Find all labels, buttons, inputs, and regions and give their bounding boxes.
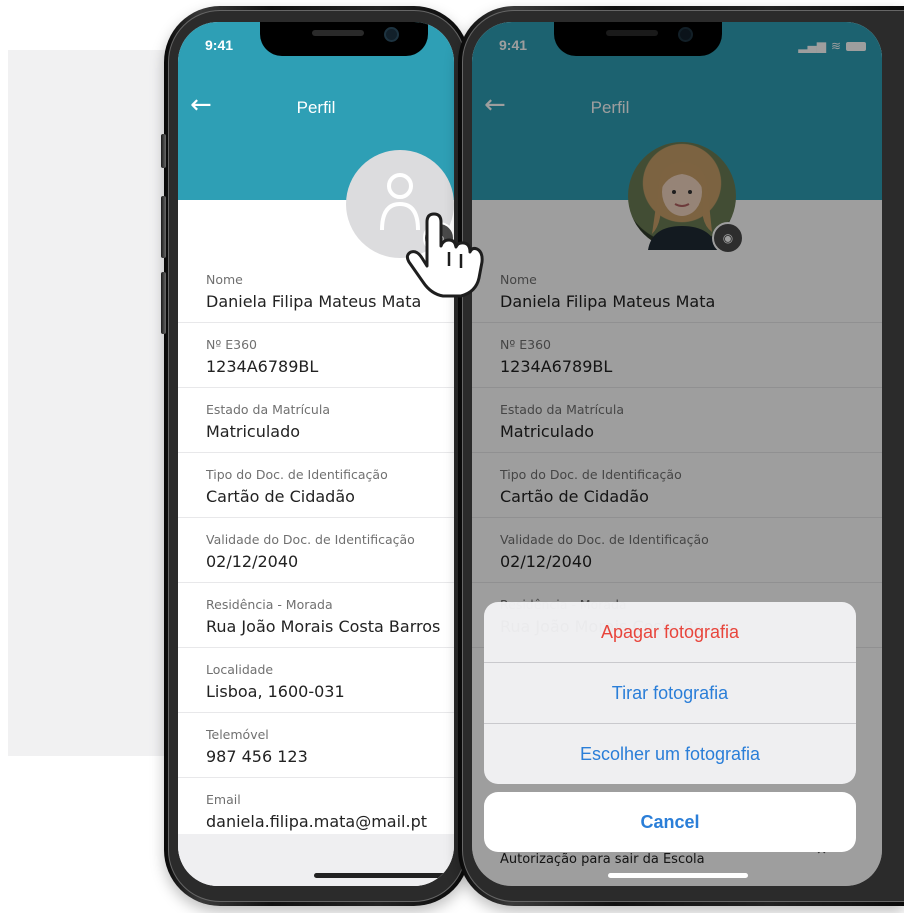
field-localidade: Localidade Lisboa, 1600-031	[178, 648, 454, 713]
field-value: 1234A6789BL	[206, 357, 319, 376]
cancel-button[interactable]: Cancel	[484, 792, 856, 852]
field-value: Daniela Filipa Mateus Mata	[206, 292, 422, 311]
screen-profile: 9:41 ← Perfil ◉ NomeDaniela Filipa Mateu…	[178, 22, 454, 886]
field-tipo-doc: Tipo do Doc. de Identificação Cartão de C…	[178, 453, 454, 518]
field-value: Lisboa, 1600-031	[206, 682, 345, 701]
field-value: 987 456 123	[206, 747, 308, 766]
volume-down-button	[161, 272, 166, 334]
phone-right: 9:41 ▂▄▆ ≋ ← Perfil ◉ Nome Daniela Filip…	[458, 6, 904, 906]
field-validade: Validade do Doc. de Identificação 02/12/2…	[178, 518, 454, 583]
action-sheet: Apagar fotografia Tirar fotografia Escol…	[484, 602, 856, 784]
phone-left: 9:41 ← Perfil ◉ NomeDaniela Filipa Mateu…	[161, 6, 470, 906]
field-label: Validade do Doc. de Identificação	[206, 532, 415, 547]
notch	[260, 22, 428, 56]
field-label: Residência - Morada	[206, 597, 333, 612]
take-photo-button[interactable]: Tirar fotografia	[484, 663, 856, 724]
field-telemovel: Telemóvel 987 456 123	[178, 713, 454, 778]
screen-photo-options: 9:41 ▂▄▆ ≋ ← Perfil ◉ Nome Daniela Filip…	[472, 22, 882, 886]
home-indicator[interactable]	[608, 873, 748, 878]
field-label: Telemóvel	[206, 727, 269, 742]
field-morada: Residência - Morada Rua João Morais Costa…	[178, 583, 454, 648]
field-label: Estado da Matrícula	[206, 402, 330, 417]
page-title: Perfil	[296, 98, 336, 117]
field-label: Email	[206, 792, 241, 807]
volume-up-button	[161, 196, 166, 258]
field-label: Nº E360	[206, 337, 257, 352]
status-time: 9:41	[205, 37, 234, 53]
speaker-grille	[312, 30, 364, 36]
field-estado: Estado da Matrícula Matriculado	[178, 388, 454, 453]
field-label: Nome	[206, 272, 243, 287]
front-camera	[384, 27, 399, 42]
field-value: daniela.filipa.mata@mail.pt	[206, 812, 428, 831]
hand-pointer-icon	[405, 212, 484, 298]
bottom-area	[178, 834, 454, 886]
field-value: Matriculado	[206, 422, 301, 441]
field-numero: Nº E360 1234A6789BL	[178, 323, 454, 388]
field-label: Localidade	[206, 662, 274, 677]
field-label: Tipo do Doc. de Identificação	[206, 467, 388, 482]
choose-photo-button[interactable]: Escolher um fotografia	[484, 724, 856, 784]
field-value: Rua João Morais Costa Barros	[206, 617, 441, 636]
mute-switch	[161, 134, 166, 168]
field-value: 02/12/2040	[206, 552, 299, 571]
delete-photo-button[interactable]: Apagar fotografia	[484, 602, 856, 663]
field-value: Cartão de Cidadão	[206, 487, 355, 506]
home-indicator[interactable]	[314, 873, 454, 878]
profile-fields: Nome Daniela Filipa Mateus Mata Nº E360 12…	[178, 258, 454, 843]
